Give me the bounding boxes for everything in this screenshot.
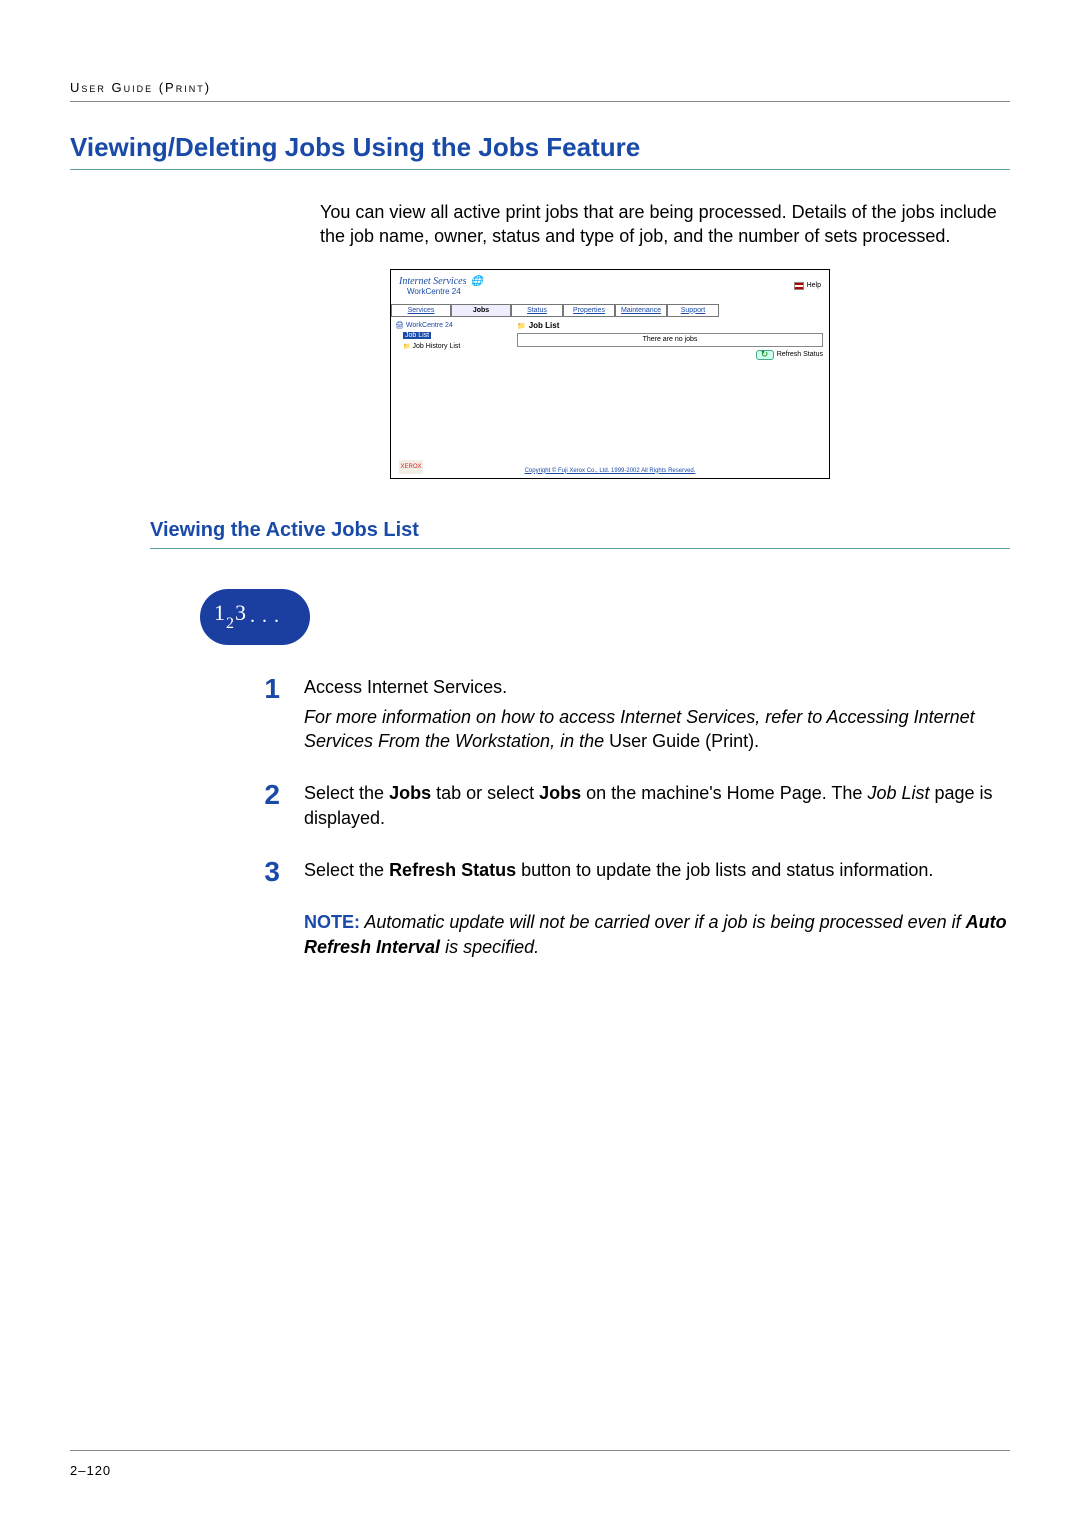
globe-icon: 🌐 bbox=[470, 276, 482, 287]
step-number: 1 bbox=[250, 675, 280, 760]
embedded-screenshot: Internet Services 🌐 WorkCentre 24 Help S… bbox=[390, 269, 1010, 479]
tab-services[interactable]: Services bbox=[391, 304, 451, 317]
ss-tree: 🖨 WorkCentre 24 Job List Job History Lis… bbox=[391, 317, 511, 364]
xerox-logo: XEROX bbox=[399, 460, 423, 474]
ss-device-name: WorkCentre 24 bbox=[399, 287, 483, 296]
intro-paragraph: You can view all active print jobs that … bbox=[320, 200, 1010, 249]
tab-status[interactable]: Status bbox=[511, 304, 563, 317]
subheading-rule bbox=[150, 548, 1010, 549]
note-block: NOTE: Automatic update will not be carri… bbox=[304, 910, 1010, 959]
flag-icon bbox=[794, 282, 804, 290]
refresh-label: Refresh Status bbox=[777, 351, 823, 358]
tree-job-list[interactable]: Job List bbox=[403, 332, 431, 339]
ss-job-table: There are no jobs bbox=[517, 333, 823, 347]
step-3: 3 Select the Refresh Status button to up… bbox=[250, 858, 1010, 888]
step-2: 2 Select the Jobs tab or select Jobs on … bbox=[250, 781, 1010, 836]
ss-app-title: Internet Services 🌐 bbox=[399, 276, 483, 287]
page-number: 2–120 bbox=[70, 1463, 1010, 1478]
tab-properties[interactable]: Properties bbox=[563, 304, 615, 317]
step-1-line: Access Internet Services. bbox=[304, 675, 1010, 699]
page-title: Viewing/Deleting Jobs Using the Jobs Fea… bbox=[70, 132, 1010, 163]
tab-support[interactable]: Support bbox=[667, 304, 719, 317]
step-1-ref: For more information on how to access In… bbox=[304, 705, 1010, 754]
header-rule bbox=[70, 101, 1010, 102]
section-heading: Viewing the Active Jobs List bbox=[150, 519, 1010, 542]
ss-left-tabs: Services Jobs Status Properties Maintena… bbox=[391, 304, 829, 317]
step-2-text: Select the Jobs tab or select Jobs on th… bbox=[304, 781, 1010, 830]
refresh-button[interactable] bbox=[756, 350, 774, 360]
steps-badge-icon: 123. . . bbox=[200, 589, 310, 645]
title-rule bbox=[70, 169, 1010, 170]
footer-rule bbox=[70, 1450, 1010, 1451]
step-1: 1 Access Internet Services. For more inf… bbox=[250, 675, 1010, 760]
step-number: 2 bbox=[250, 781, 280, 836]
tree-root[interactable]: 🖨 WorkCentre 24 bbox=[395, 321, 507, 332]
ss-copyright: Copyright © Fuji Xerox Co., Ltd. 1999-20… bbox=[525, 468, 696, 474]
step-number: 3 bbox=[250, 858, 280, 888]
ss-main-heading: Job List bbox=[517, 321, 823, 330]
tree-job-history[interactable]: Job History List bbox=[395, 342, 507, 353]
step-3-text: Select the Refresh Status button to upda… bbox=[304, 858, 1010, 882]
tab-maintenance[interactable]: Maintenance bbox=[615, 304, 667, 317]
tab-jobs[interactable]: Jobs bbox=[451, 304, 511, 317]
running-header: User Guide (Print) bbox=[70, 80, 1010, 95]
ss-help[interactable]: Help bbox=[794, 282, 821, 290]
